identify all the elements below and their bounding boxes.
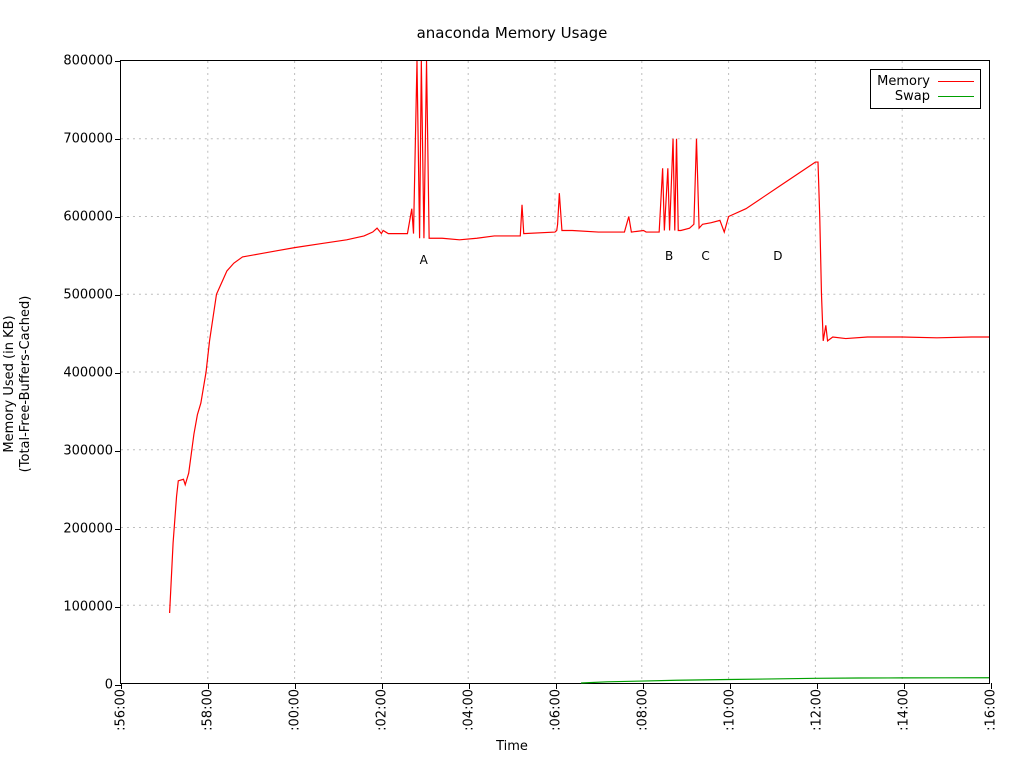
x-tick-label: :14:00 xyxy=(897,689,912,731)
y-tick-label: 300000 xyxy=(63,444,113,459)
series-memory-line xyxy=(170,61,989,613)
y-tick-label: 400000 xyxy=(63,366,113,381)
legend-label: Memory xyxy=(877,74,930,89)
plot-svg xyxy=(121,61,989,683)
y-tick-label: 200000 xyxy=(63,522,113,537)
x-tick-label: :08:00 xyxy=(636,689,651,731)
x-tick-label: :04:00 xyxy=(462,689,477,731)
annotation-c: C xyxy=(701,249,709,263)
x-tick-label: :10:00 xyxy=(723,689,738,731)
plot-area: Memory Swap 0100000200000300000400000500… xyxy=(120,60,990,684)
x-tick-label: :58:00 xyxy=(201,689,216,731)
legend: Memory Swap xyxy=(870,69,981,109)
x-tick-label: :56:00 xyxy=(114,689,129,731)
x-tick-label: :02:00 xyxy=(375,689,390,731)
annotation-d: D xyxy=(773,249,782,263)
x-tick-label: :00:00 xyxy=(288,689,303,731)
annotation-b: B xyxy=(665,249,673,263)
x-tick-label: :06:00 xyxy=(549,689,564,731)
legend-label: Swap xyxy=(895,89,930,104)
grid-lines xyxy=(121,61,989,683)
chart-container: anaconda Memory Usage Memory Used (in KB… xyxy=(0,0,1024,768)
y-tick-label: 700000 xyxy=(63,132,113,147)
legend-entry-memory: Memory xyxy=(877,74,974,89)
y-tick-label: 600000 xyxy=(63,210,113,225)
y-tick-label: 800000 xyxy=(63,54,113,69)
legend-line-icon xyxy=(938,81,974,82)
y-tick-label: 100000 xyxy=(63,600,113,615)
y-tick-label: 0 xyxy=(105,678,113,693)
annotation-a: A xyxy=(420,253,428,267)
x-tick-label: :12:00 xyxy=(810,689,825,731)
legend-entry-swap: Swap xyxy=(877,89,974,104)
x-axis-label: Time xyxy=(0,739,1024,754)
y-tick-label: 500000 xyxy=(63,288,113,303)
legend-line-icon xyxy=(938,96,974,97)
y-axis-label: Memory Used (in KB) (Total-Free-Buffers-… xyxy=(2,296,35,473)
x-tick-label: :16:00 xyxy=(984,689,999,731)
chart-title: anaconda Memory Usage xyxy=(0,24,1024,42)
